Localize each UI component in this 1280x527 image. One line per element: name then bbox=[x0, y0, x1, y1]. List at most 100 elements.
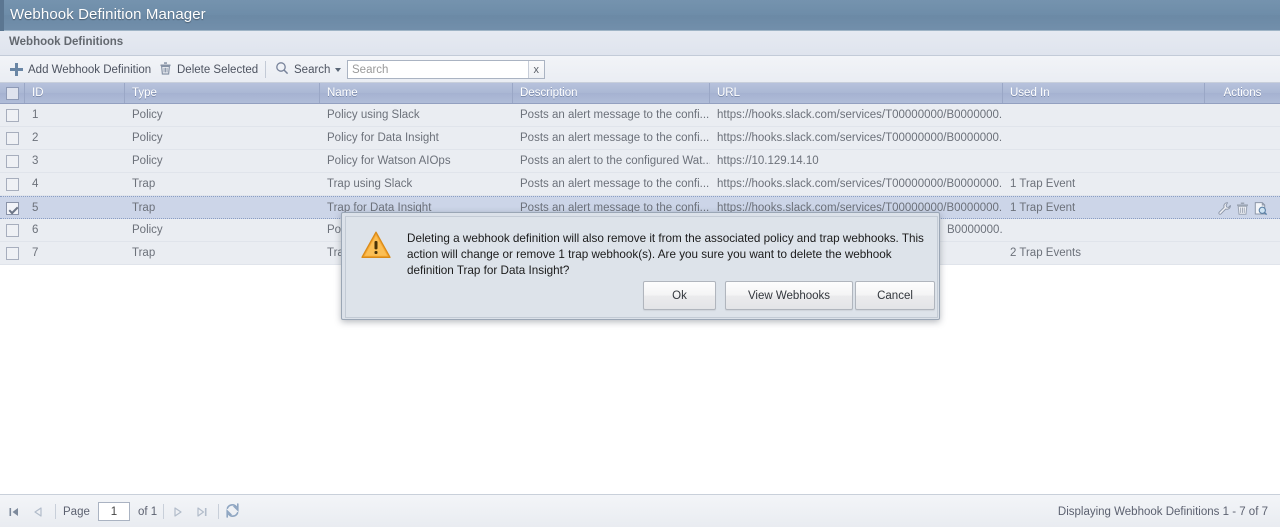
cell-type: Policy bbox=[132, 155, 163, 167]
magnifier-icon bbox=[275, 61, 289, 78]
search-menu-label: Search bbox=[294, 63, 331, 76]
cell-actions bbox=[1205, 127, 1280, 149]
last-page-icon bbox=[194, 504, 210, 520]
row-select-cell[interactable] bbox=[0, 219, 25, 241]
cell-id: 5 bbox=[32, 202, 39, 214]
cell-id: 7 bbox=[32, 247, 39, 259]
next-page-icon bbox=[170, 504, 186, 520]
row-select-cell[interactable] bbox=[0, 197, 25, 219]
delete-confirmation-dialog: Deleting a webhook definition will also … bbox=[341, 212, 940, 320]
row-checkbox[interactable] bbox=[6, 201, 19, 215]
webhook-definition-manager-window: Webhook Definition Manager Webhook Defin… bbox=[0, 0, 1280, 527]
next-page-button[interactable] bbox=[170, 495, 186, 527]
cell-actions bbox=[1205, 104, 1280, 126]
cell-used-in: 1 Trap Event bbox=[1010, 202, 1076, 214]
search-field-wrapper[interactable]: x bbox=[347, 60, 545, 79]
refresh-button[interactable] bbox=[224, 495, 241, 527]
window-titlebar: Webhook Definition Manager bbox=[0, 0, 1280, 31]
row-checkbox[interactable] bbox=[6, 154, 19, 168]
cell-description: Posts an alert message to the confi... bbox=[520, 132, 710, 144]
cell-url: https://hooks.slack.com/services/T000000… bbox=[717, 178, 1003, 190]
table-row[interactable]: 1 Policy Policy using Slack Posts an ale… bbox=[0, 104, 1280, 127]
cell-type: Policy bbox=[132, 132, 163, 144]
cell-actions bbox=[1205, 150, 1280, 172]
grid-toolbar: Add Webhook Definition Delete Selected S… bbox=[0, 56, 1280, 83]
search-menu-button[interactable]: Search bbox=[271, 56, 345, 83]
warning-triangle-icon bbox=[360, 230, 392, 260]
row-select-cell[interactable] bbox=[0, 173, 25, 195]
window-title: Webhook Definition Manager bbox=[10, 6, 206, 23]
grid-header-row: ID Type Name Description URL Used In Act… bbox=[0, 83, 1280, 104]
cell-actions bbox=[1205, 197, 1280, 219]
dialog-message: Deleting a webhook definition will also … bbox=[407, 232, 924, 277]
cell-url: https://10.129.14.10 bbox=[717, 155, 819, 167]
row-checkbox[interactable] bbox=[6, 223, 19, 237]
refresh-icon bbox=[224, 502, 241, 522]
row-select-cell[interactable] bbox=[0, 104, 25, 126]
column-header-url[interactable]: URL bbox=[710, 83, 1003, 103]
panel-header: Webhook Definitions bbox=[0, 31, 1280, 56]
cell-description: Posts an alert message to the confi... bbox=[520, 109, 710, 121]
cell-description: Posts an alert message to the confi... bbox=[520, 178, 710, 190]
table-row[interactable]: 4 Trap Trap using Slack Posts an alert m… bbox=[0, 173, 1280, 196]
cell-description: Posts an alert to the configured Wat... bbox=[520, 155, 710, 167]
cell-used-in bbox=[1003, 150, 1205, 172]
cell-actions bbox=[1205, 173, 1280, 195]
row-checkbox[interactable] bbox=[6, 131, 19, 145]
cell-id: 6 bbox=[32, 224, 39, 236]
column-header-description[interactable]: Description bbox=[513, 83, 710, 103]
cell-actions bbox=[1205, 219, 1280, 241]
cell-actions bbox=[1205, 242, 1280, 264]
previous-page-button[interactable] bbox=[30, 495, 46, 527]
row-checkbox[interactable] bbox=[6, 246, 19, 260]
column-header-used-in[interactable]: Used In bbox=[1003, 83, 1205, 103]
add-webhook-definition-button[interactable]: Add Webhook Definition bbox=[6, 56, 155, 83]
delete-selected-button[interactable]: Delete Selected bbox=[155, 56, 262, 83]
wrench-icon[interactable] bbox=[1217, 201, 1232, 216]
cell-id: 4 bbox=[32, 178, 39, 190]
column-header-name[interactable]: Name bbox=[320, 83, 513, 103]
pager-separator-2 bbox=[163, 504, 164, 519]
cell-used-in: 2 Trap Events bbox=[1010, 247, 1081, 259]
document-search-icon[interactable] bbox=[1253, 201, 1268, 216]
first-page-button[interactable] bbox=[6, 495, 22, 527]
column-header-actions[interactable]: Actions bbox=[1205, 83, 1280, 103]
last-page-button[interactable] bbox=[194, 495, 210, 527]
page-input-wrapper[interactable] bbox=[98, 495, 130, 527]
search-input[interactable] bbox=[348, 61, 528, 78]
cell-url: https://hooks.slack.com/services/T000000… bbox=[717, 109, 1003, 121]
row-select-cell[interactable] bbox=[0, 150, 25, 172]
view-webhooks-button[interactable]: View Webhooks bbox=[725, 281, 853, 310]
row-select-cell[interactable] bbox=[0, 127, 25, 149]
plus-icon bbox=[10, 63, 23, 76]
add-webhook-definition-label: Add Webhook Definition bbox=[28, 63, 152, 76]
previous-page-icon bbox=[30, 504, 46, 520]
column-header-select-all[interactable] bbox=[0, 83, 25, 103]
page-of-label: of 1 bbox=[138, 505, 158, 518]
delete-selected-label: Delete Selected bbox=[177, 63, 259, 76]
table-row[interactable]: 2 Policy Policy for Data Insight Posts a… bbox=[0, 127, 1280, 150]
search-clear-button[interactable]: x bbox=[527, 61, 544, 78]
dialog-inner: Deleting a webhook definition will also … bbox=[345, 216, 938, 318]
pager-status-label: Displaying Webhook Definitions 1 - 7 of … bbox=[1057, 505, 1268, 518]
cell-id: 2 bbox=[32, 132, 39, 144]
cell-type: Policy bbox=[132, 224, 163, 236]
cell-name: Policy using Slack bbox=[327, 109, 420, 121]
row-select-cell[interactable] bbox=[0, 242, 25, 264]
column-header-id[interactable]: ID bbox=[25, 83, 125, 103]
cell-url: B0000000... bbox=[947, 224, 1003, 236]
column-header-type[interactable]: Type bbox=[125, 83, 320, 103]
row-checkbox[interactable] bbox=[6, 108, 19, 122]
cell-id: 3 bbox=[32, 155, 39, 167]
trash-icon[interactable] bbox=[1235, 201, 1250, 216]
cell-used-in bbox=[1003, 104, 1205, 126]
page-input[interactable] bbox=[98, 502, 130, 521]
row-checkbox[interactable] bbox=[6, 177, 19, 191]
page-label: Page bbox=[63, 505, 90, 518]
select-all-checkbox[interactable] bbox=[5, 86, 19, 100]
table-row[interactable]: 3 Policy Policy for Watson AIOps Posts a… bbox=[0, 150, 1280, 173]
cancel-button[interactable]: Cancel bbox=[855, 281, 935, 310]
cell-type: Trap bbox=[132, 247, 156, 259]
trash-icon bbox=[159, 61, 172, 78]
ok-button[interactable]: Ok bbox=[643, 281, 716, 310]
